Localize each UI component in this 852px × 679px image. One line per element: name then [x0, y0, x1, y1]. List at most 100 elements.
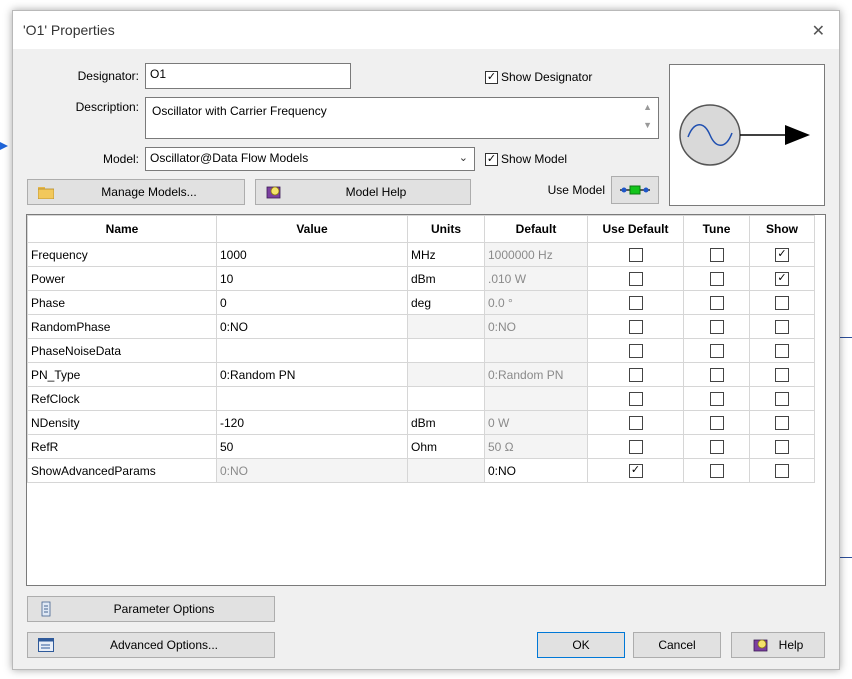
param-default-cell[interactable]: 0:NO [484, 314, 588, 339]
param-name-cell[interactable]: Phase [27, 290, 217, 315]
table-row[interactable]: RandomPhase 0:NO 0:NO [27, 314, 815, 339]
param-units-cell[interactable] [407, 338, 485, 363]
description-field[interactable]: Oscillator with Carrier Frequency ▲ ▼ [145, 97, 659, 139]
param-units-cell[interactable]: MHz [407, 242, 485, 267]
cancel-button[interactable]: Cancel [633, 632, 721, 658]
help-button[interactable]: Help [731, 632, 825, 658]
tune-checkbox[interactable] [709, 391, 724, 406]
column-header-value[interactable]: Value [216, 215, 408, 243]
table-row[interactable]: PhaseNoiseData [27, 338, 815, 363]
show-checkbox[interactable] [775, 439, 789, 454]
use-default-checkbox[interactable] [628, 319, 643, 334]
column-header-default[interactable]: Default [484, 215, 588, 243]
param-name-cell[interactable]: RandomPhase [27, 314, 217, 339]
close-icon[interactable]: ✕ [812, 21, 825, 41]
advanced-options-button[interactable]: Advanced Options... [27, 632, 275, 658]
table-row[interactable]: RefR 50 Ohm 50 Ω [27, 434, 815, 459]
use-default-checkbox[interactable] [628, 367, 643, 382]
show-checkbox[interactable] [775, 319, 789, 334]
param-value-cell[interactable] [216, 386, 408, 411]
param-name-cell[interactable]: ShowAdvancedParams [27, 458, 217, 483]
designator-field[interactable]: O1 [145, 63, 351, 89]
table-row[interactable]: ShowAdvancedParams 0:NO 0:NO ✓ [27, 458, 815, 483]
param-default-cell[interactable] [484, 386, 588, 411]
tune-checkbox[interactable] [709, 247, 724, 262]
param-units-cell[interactable]: dBm [407, 266, 485, 291]
param-units-cell[interactable]: Ohm [407, 434, 485, 459]
param-units-cell[interactable] [407, 386, 485, 411]
parameter-options-button[interactable]: Parameter Options [27, 596, 275, 622]
table-row[interactable]: PN_Type 0:Random PN 0:Random PN [27, 362, 815, 387]
tune-checkbox[interactable] [709, 439, 724, 454]
param-units-cell[interactable]: dBm [407, 410, 485, 435]
scroll-up-icon[interactable]: ▲ [643, 102, 652, 112]
use-default-checkbox[interactable] [628, 247, 643, 262]
param-value-cell[interactable]: 0:NO [216, 458, 408, 483]
show-designator-checkbox[interactable]: ✓ Show Designator [485, 70, 592, 84]
tune-checkbox[interactable] [709, 367, 724, 382]
use-default-checkbox[interactable] [628, 391, 643, 406]
use-default-checkbox[interactable]: ✓ [628, 463, 643, 478]
tune-checkbox[interactable] [709, 463, 724, 478]
tune-checkbox[interactable] [709, 343, 724, 358]
show-checkbox[interactable] [775, 463, 789, 478]
param-name-cell[interactable]: RefClock [27, 386, 217, 411]
param-value-cell[interactable]: 0 [216, 290, 408, 315]
show-model-checkbox[interactable]: ✓ Show Model [485, 152, 567, 166]
param-default-cell[interactable]: .010 W [484, 266, 588, 291]
tune-checkbox[interactable] [709, 319, 724, 334]
param-value-cell[interactable]: 50 [216, 434, 408, 459]
column-header-name[interactable]: Name [27, 215, 217, 243]
param-name-cell[interactable]: RefR [27, 434, 217, 459]
param-default-cell[interactable]: 50 Ω [484, 434, 588, 459]
param-value-cell[interactable]: 10 [216, 266, 408, 291]
column-header-units[interactable]: Units [407, 215, 485, 243]
table-row[interactable]: Power 10 dBm .010 W ✓ [27, 266, 815, 291]
show-checkbox[interactable]: ✓ [775, 247, 789, 262]
use-default-checkbox[interactable] [628, 343, 643, 358]
show-checkbox[interactable]: ✓ [775, 271, 789, 286]
param-units-cell[interactable]: deg [407, 290, 485, 315]
use-default-checkbox[interactable] [628, 271, 643, 286]
model-select[interactable]: Oscillator@Data Flow Models ⌄ [145, 147, 475, 171]
param-units-cell[interactable] [407, 458, 485, 483]
show-checkbox[interactable] [775, 343, 789, 358]
table-row[interactable]: NDensity -120 dBm 0 W [27, 410, 815, 435]
param-name-cell[interactable]: Frequency [27, 242, 217, 267]
param-default-cell[interactable]: 0 W [484, 410, 588, 435]
param-value-cell[interactable]: -120 [216, 410, 408, 435]
ok-button[interactable]: OK [537, 632, 625, 658]
param-default-cell[interactable] [484, 338, 588, 363]
param-value-cell[interactable]: 0:NO [216, 314, 408, 339]
table-row[interactable]: Frequency 1000 MHz 1000000 Hz ✓ [27, 242, 815, 267]
param-value-cell[interactable]: 0:Random PN [216, 362, 408, 387]
use-default-checkbox[interactable] [628, 439, 643, 454]
column-header-show[interactable]: Show [749, 215, 815, 243]
column-header-use-default[interactable]: Use Default [587, 215, 684, 243]
manage-models-button[interactable]: Manage Models... [27, 179, 245, 205]
param-units-cell[interactable] [407, 362, 485, 387]
show-checkbox[interactable] [775, 415, 789, 430]
param-name-cell[interactable]: PN_Type [27, 362, 217, 387]
use-model-button[interactable] [611, 176, 659, 204]
table-row[interactable]: Phase 0 deg 0.0 ° [27, 290, 815, 315]
param-units-cell[interactable] [407, 314, 485, 339]
param-name-cell[interactable]: Power [27, 266, 217, 291]
table-row[interactable]: RefClock [27, 386, 815, 411]
param-default-cell[interactable]: 0:NO [484, 458, 588, 483]
tune-checkbox[interactable] [709, 415, 724, 430]
show-checkbox[interactable] [775, 367, 789, 382]
show-checkbox[interactable] [775, 295, 789, 310]
param-default-cell[interactable]: 0:Random PN [484, 362, 588, 387]
tune-checkbox[interactable] [709, 271, 724, 286]
param-value-cell[interactable] [216, 338, 408, 363]
param-name-cell[interactable]: NDensity [27, 410, 217, 435]
show-checkbox[interactable] [775, 391, 789, 406]
param-value-cell[interactable]: 1000 [216, 242, 408, 267]
tune-checkbox[interactable] [709, 295, 724, 310]
param-default-cell[interactable]: 0.0 ° [484, 290, 588, 315]
use-default-checkbox[interactable] [628, 415, 643, 430]
param-name-cell[interactable]: PhaseNoiseData [27, 338, 217, 363]
param-default-cell[interactable]: 1000000 Hz [484, 242, 588, 267]
column-header-tune[interactable]: Tune [683, 215, 750, 243]
